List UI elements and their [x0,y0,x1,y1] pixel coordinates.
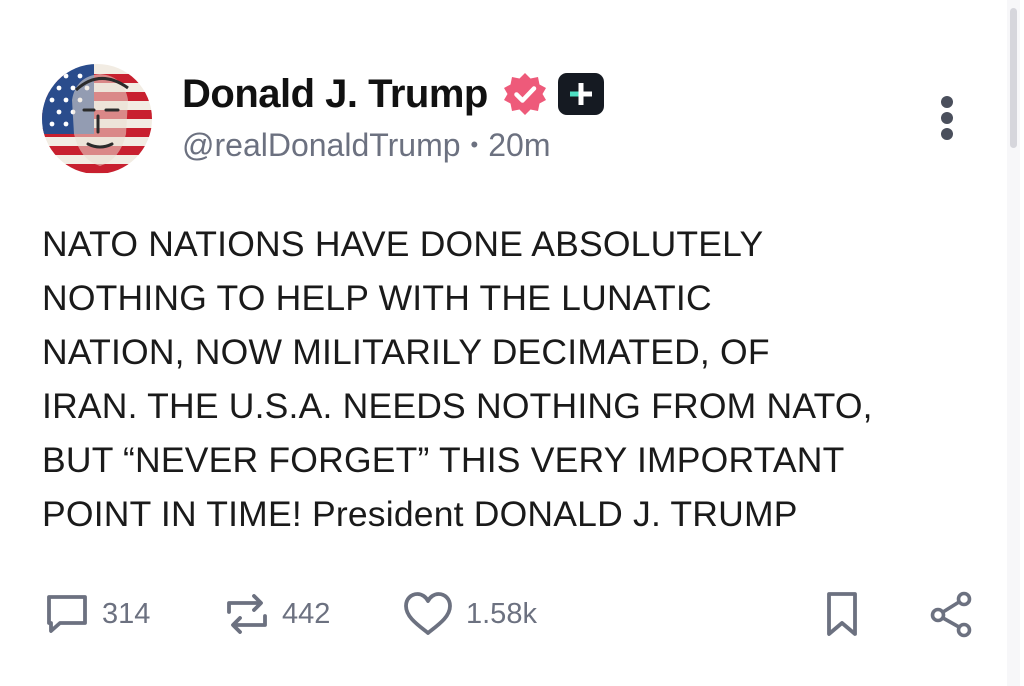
post-text: NATO NATIONS HAVE DONE ABSOLUTELY NOTHIN… [42,224,873,534]
author-name[interactable]: Donald J. Trump [182,72,488,117]
more-options-icon[interactable] [936,96,958,140]
handle-row: @realDonaldTrump • 20m [182,125,550,165]
scrollbar-thumb[interactable] [1010,8,1017,148]
repost-icon [227,594,267,634]
reply-count: 314 [102,597,151,630]
bookmark-icon [827,592,857,636]
author-row: Donald J. Trump [182,70,604,118]
verified-badge-icon [502,71,548,117]
share-icon [930,591,972,638]
like-count: 1.58k [466,597,537,630]
author-handle[interactable]: @realDonaldTrump [182,127,461,164]
avatar-image [42,64,152,174]
share-button[interactable] [928,588,974,640]
like-icon [404,592,452,635]
post-timestamp[interactable]: 20m [488,127,550,164]
reply-button[interactable]: 314 [44,588,150,640]
repost-count: 442 [282,597,331,630]
separator-dot: • [470,132,479,157]
action-bar: 314 442 1.58k [44,588,984,640]
bookmark-button[interactable] [824,588,860,640]
reply-icon [47,595,87,633]
repost-button[interactable]: 442 [224,588,330,640]
scrollbar[interactable] [1007,0,1020,686]
avatar[interactable] [42,64,152,174]
like-button[interactable]: 1.58k [402,588,537,640]
plus-badge-icon [557,73,604,115]
